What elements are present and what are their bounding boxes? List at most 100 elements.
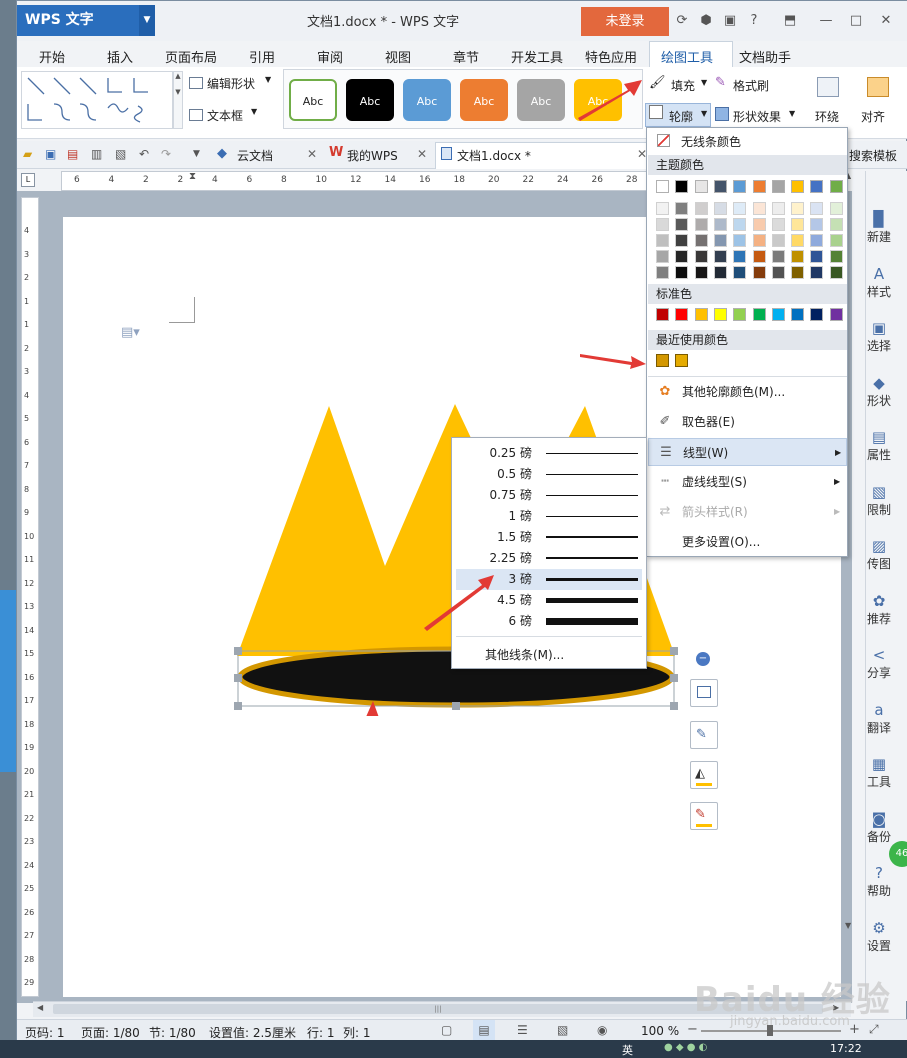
theme-shade-chip[interactable] <box>713 234 727 247</box>
theme-color-chip[interactable] <box>656 180 669 193</box>
standard-color-chip[interactable] <box>675 308 689 321</box>
theme-color-chip[interactable] <box>733 180 747 193</box>
right-panel-select[interactable]: ▣ 选择 <box>864 319 894 354</box>
open-folder-icon[interactable]: ▰ <box>23 147 32 161</box>
style-sample-6[interactable]: Abc <box>574 79 622 121</box>
theme-shade-chip[interactable] <box>656 266 669 279</box>
right-panel-new[interactable]: ▉ 新建 <box>864 210 894 245</box>
right-panel-translate[interactable]: a 翻译 <box>864 701 894 736</box>
theme-shade-chip[interactable] <box>810 250 824 263</box>
ime-indicator[interactable]: 英 <box>622 1042 633 1058</box>
theme-shade-chip[interactable] <box>694 202 708 215</box>
app-logo-button[interactable]: WPS 文字 <box>17 5 139 36</box>
line-type-item[interactable]: ☰ 线型(W) ▶ <box>648 438 847 466</box>
gallery-scroll[interactable]: ▲ ▼ <box>173 71 183 129</box>
theme-shade-chip[interactable] <box>752 250 766 263</box>
theme-shade-chip[interactable] <box>810 202 824 215</box>
export-pdf-icon[interactable]: ▤ <box>67 147 78 161</box>
line-weight-option[interactable]: 6 磅 <box>456 611 642 632</box>
outline-dropdown-icon[interactable]: ▼ <box>701 109 707 118</box>
zoom-in-icon[interactable]: + <box>849 1022 860 1037</box>
menu-view[interactable]: 视图 <box>385 47 411 66</box>
right-panel-style[interactable]: A 样式 <box>864 265 894 300</box>
recent-color-chip[interactable] <box>656 354 669 367</box>
theme-shade-chip[interactable] <box>733 202 747 215</box>
zoom-level[interactable]: 100 % <box>641 1024 679 1038</box>
selection-handle-e[interactable] <box>670 674 678 682</box>
standard-color-chip[interactable] <box>656 308 669 321</box>
tab-cloud-docs[interactable]: 云文档 <box>237 147 273 164</box>
theme-shade-chip[interactable] <box>810 218 824 231</box>
standard-color-chip[interactable] <box>752 308 766 321</box>
feedback-icon[interactable]: ▣ <box>719 11 741 31</box>
right-panel-shape[interactable]: ◆ 形状 <box>864 374 894 409</box>
fill-float-button[interactable]: ◭ <box>690 761 718 789</box>
format-painter-button[interactable]: 格式刷 <box>733 77 769 94</box>
tab-cloud-close-icon[interactable]: ✕ <box>307 147 317 161</box>
style-sample-3[interactable]: Abc <box>403 79 451 121</box>
recent-color-chip[interactable] <box>675 354 689 367</box>
standard-color-chip[interactable] <box>829 308 843 321</box>
more-lines-item[interactable]: 其他线条(M)... <box>485 646 564 663</box>
app-menu-arrow-icon[interactable]: ▼ <box>139 5 155 36</box>
menu-dev-tools[interactable]: 开发工具 <box>511 47 563 66</box>
selection-handle-nw[interactable] <box>234 647 242 655</box>
theme-shade-chip[interactable] <box>675 266 689 279</box>
fit-page-icon[interactable]: ⤢ <box>869 1022 879 1037</box>
hscroll-left-icon[interactable]: ◀ <box>37 1003 43 1012</box>
style-gallery-more-icon[interactable]: ▼ <box>629 83 635 92</box>
maximize-icon[interactable]: □ <box>845 11 867 31</box>
view-read-icon[interactable]: ◉ <box>597 1023 607 1037</box>
style-sample-4[interactable]: Abc <box>460 79 508 121</box>
selection-handle-s[interactable] <box>452 702 460 710</box>
theme-color-chip[interactable] <box>771 180 785 193</box>
menu-doc-assistant[interactable]: 文档助手 <box>739 47 791 66</box>
line-weight-option[interactable]: 1 磅 <box>456 506 642 527</box>
theme-shade-chip[interactable] <box>656 250 669 263</box>
paragraph-mark-icon[interactable]: ▤▾ <box>121 325 140 340</box>
theme-shade-chip[interactable] <box>771 266 785 279</box>
theme-shade-chip[interactable] <box>752 266 766 279</box>
theme-shade-chip[interactable] <box>694 234 708 247</box>
login-button[interactable]: 未登录 <box>581 7 669 36</box>
menu-features[interactable]: 特色应用 <box>585 47 637 66</box>
theme-shade-chip[interactable] <box>752 218 766 231</box>
edit-shape-float-button[interactable]: ✎ <box>690 721 718 749</box>
theme-shade-chip[interactable] <box>656 218 669 231</box>
selection-handle-sw[interactable] <box>234 702 242 710</box>
theme-shade-chip[interactable] <box>694 250 708 263</box>
dash-type-item[interactable]: ┅ 虚线线型(S) ▶ <box>648 468 847 496</box>
selection-handle-ne[interactable] <box>670 647 678 655</box>
line-weight-option[interactable]: 0.75 磅 <box>456 485 642 506</box>
theme-color-chip[interactable] <box>713 180 727 193</box>
menu-layout[interactable]: 页面布局 <box>165 47 217 66</box>
help-small-icon[interactable]: ? <box>743 11 765 31</box>
menu-review[interactable]: 审阅 <box>317 47 343 66</box>
standard-color-chip[interactable] <box>694 308 708 321</box>
edit-shape-button[interactable]: 编辑形状 <box>207 75 255 92</box>
line-weight-option[interactable]: 2.25 磅 <box>456 548 642 569</box>
shape-effects-button[interactable]: 形状效果 <box>733 108 781 125</box>
tab-my-wps[interactable]: 我的WPS <box>347 147 398 164</box>
right-panel-limit[interactable]: ▧ 限制 <box>864 483 894 518</box>
theme-shade-chip[interactable] <box>810 266 824 279</box>
outline-float-button[interactable]: ✎ <box>690 802 718 830</box>
theme-shade-chip[interactable] <box>675 218 689 231</box>
vertical-ruler[interactable]: 4 3 2 1 1 2 3 4 5 6 7 8 9 10 11 12 13 14 15 16 17 18 19 20 21 22 2… <box>21 197 39 997</box>
menu-reference[interactable]: 引用 <box>249 47 275 66</box>
right-panel-scroll-down-icon[interactable]: ▼ <box>845 921 851 930</box>
theme-shade-chip[interactable] <box>752 202 766 215</box>
theme-shade-chip[interactable] <box>771 218 785 231</box>
theme-shade-chip[interactable] <box>791 266 805 279</box>
ruler-corner[interactable]: L <box>21 173 35 187</box>
search-template-link[interactable]: 搜索模板 <box>849 147 897 164</box>
style-sample-2[interactable]: Abc <box>346 79 394 121</box>
right-panel-property[interactable]: ▤ 属性 <box>864 428 894 463</box>
theme-shade-chip[interactable] <box>791 234 805 247</box>
collapse-toolbar-icon[interactable]: − <box>696 652 710 666</box>
theme-color-chip[interactable] <box>752 180 766 193</box>
fill-button[interactable]: 填充 <box>671 77 695 94</box>
line-weight-option[interactable]: 3 磅 <box>456 569 642 590</box>
theme-shade-chip[interactable] <box>829 250 843 263</box>
theme-shade-chip[interactable] <box>791 202 805 215</box>
